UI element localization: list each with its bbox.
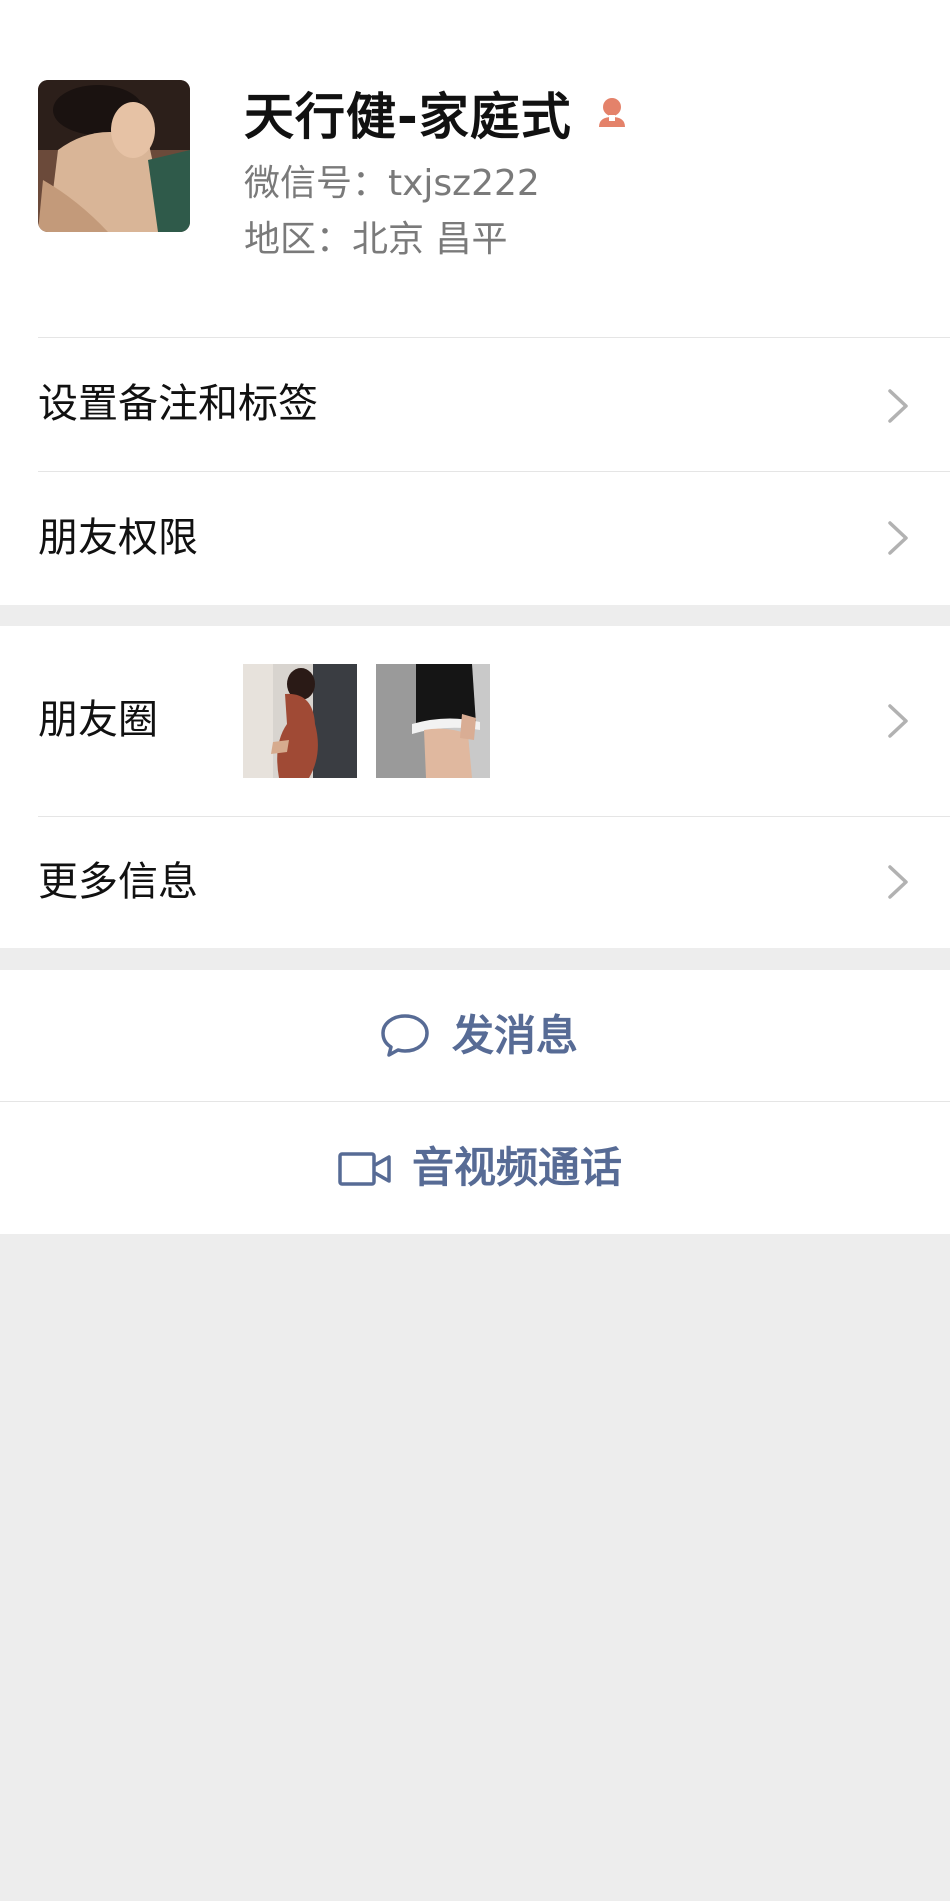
chevron-right-icon [888, 521, 908, 555]
friend-permissions-row[interactable]: 朋友权限 [0, 471, 950, 605]
chat-bubble-icon [381, 1014, 429, 1057]
contact-name: 天行健-家庭式 [244, 88, 572, 146]
video-camera-icon [338, 1152, 391, 1186]
remark-tags-label: 设置备注和标签 [38, 381, 318, 427]
info-group: 朋友圈 更多信息 [0, 626, 950, 948]
more-info-row[interactable]: 更多信息 [0, 816, 950, 948]
moments-row[interactable]: 朋友圈 [0, 626, 950, 816]
wechat-id: 微信号：txjsz222 [244, 163, 540, 204]
video-call-label: 音视频通话 [412, 1143, 623, 1192]
chevron-right-icon [888, 865, 908, 899]
friend-permissions-label: 朋友权限 [38, 515, 198, 561]
send-message-button[interactable]: 发消息 [0, 970, 950, 1102]
female-icon [599, 98, 625, 127]
moments-thumbnail [243, 664, 357, 778]
remark-tags-row[interactable]: 设置备注和标签 [0, 337, 950, 471]
divider [38, 471, 950, 472]
chevron-right-icon [888, 389, 908, 423]
video-call-button[interactable]: 音视频通话 [0, 1102, 950, 1234]
send-message-label: 发消息 [452, 1011, 579, 1060]
chevron-right-icon [888, 704, 908, 738]
settings-group: 设置备注和标签 朋友权限 [0, 337, 950, 605]
moments-thumbnail [376, 664, 490, 778]
region: 地区：北京 昌平 [244, 219, 508, 260]
divider [38, 337, 950, 338]
moments-label: 朋友圈 [38, 697, 158, 743]
avatar[interactable] [38, 80, 190, 232]
more-info-label: 更多信息 [38, 859, 198, 905]
divider [38, 816, 950, 817]
profile-header: 天行健-家庭式 微信号：txjsz222 地区：北京 昌平 [0, 0, 950, 337]
back-arrow-icon[interactable] [38, 0, 68, 6]
